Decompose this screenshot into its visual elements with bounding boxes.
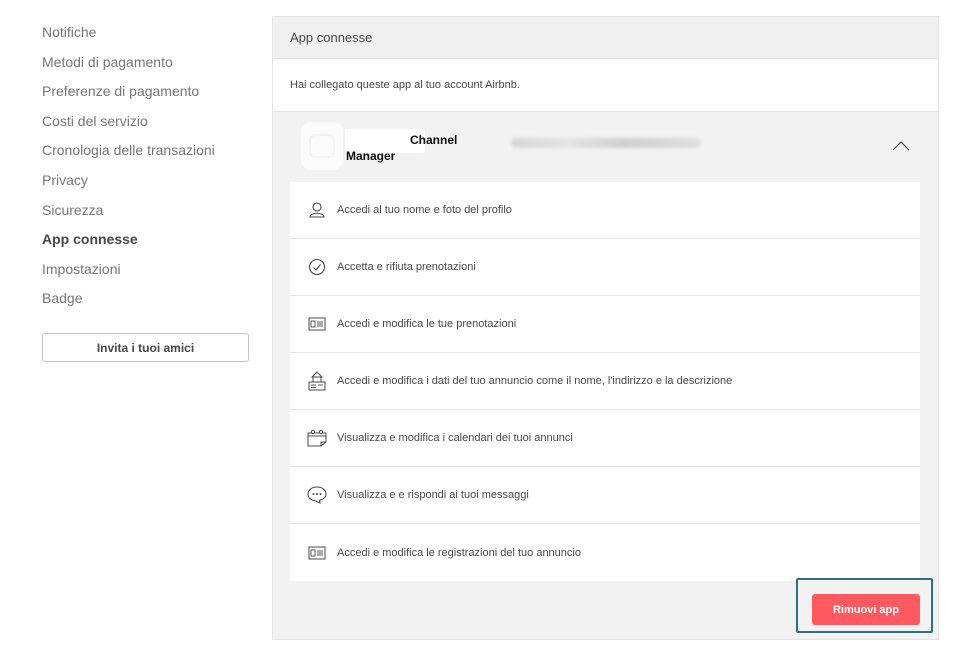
list-item: Accedi al tuo nome e foto del profilo — [290, 182, 920, 239]
permission-label: Visualizza e modifica i calendari dei tu… — [337, 432, 573, 444]
user-icon — [306, 199, 328, 221]
permission-label: Accedi e modifica i dati del tuo annunci… — [337, 375, 733, 387]
permission-label: Visualizza e e rispondi ai tuoi messaggi — [337, 489, 529, 501]
panel-description: Hai collegato queste app al tuo account … — [273, 59, 938, 112]
chevron-up-icon[interactable] — [890, 135, 912, 157]
list-item: Accedi e modifica le registrazioni del t… — [290, 524, 920, 581]
connected-app-header[interactable]: Channel Manager — [273, 112, 938, 182]
sidebar-item-privacy[interactable]: Privacy — [42, 169, 252, 199]
list-item: Accedi e modifica i dati del tuo annunci… — [290, 353, 920, 410]
sidebar-item-metodi-di-pagamento[interactable]: Metodi di pagamento — [42, 51, 252, 81]
sidebar-item-notifiche[interactable]: Notifiche — [42, 21, 252, 51]
list-item: Accedi e modifica le tue prenotazioni — [290, 296, 920, 353]
settings-sidebar: Notifiche Metodi di pagamento Preferenze… — [42, 21, 252, 317]
list-item: Accetta e rifiuta prenotazioni — [290, 239, 920, 296]
panel-title: App connesse — [273, 17, 938, 59]
id-card-icon — [306, 313, 328, 335]
listing-icon — [306, 370, 328, 392]
sidebar-item-app-connesse[interactable]: App connesse — [42, 228, 252, 258]
invite-friends-button[interactable]: Invita i tuoi amici — [42, 333, 249, 362]
sidebar-item-badge[interactable]: Badge — [42, 287, 252, 317]
app-name-line2: Manager — [346, 149, 396, 163]
remove-app-button[interactable]: Rimuovi app — [812, 594, 920, 625]
app-name: Channel — [410, 133, 458, 147]
list-item: Visualizza e modifica i calendari dei tu… — [290, 410, 920, 467]
list-item: Visualizza e e rispondi ai tuoi messaggi — [290, 467, 920, 524]
permission-label: Accedi e modifica le tue prenotazioni — [337, 318, 517, 330]
id-card-icon — [306, 542, 328, 564]
permission-label: Accetta e rifiuta prenotazioni — [337, 261, 476, 273]
check-circle-icon — [306, 256, 328, 278]
sidebar-item-cronologia-transazioni[interactable]: Cronologia delle transazioni — [42, 139, 252, 169]
app-logo — [301, 122, 343, 170]
permission-list: Accedi al tuo nome e foto del profilo Ac… — [290, 182, 920, 581]
permission-label: Accedi al tuo nome e foto del profilo — [337, 204, 512, 216]
permission-label: Accedi e modifica le registrazioni del t… — [337, 546, 581, 559]
sidebar-item-costi-del-servizio[interactable]: Costi del servizio — [42, 110, 252, 140]
connected-apps-panel: App connesse Hai collegato queste app al… — [272, 16, 939, 640]
redacted-connection-info — [511, 138, 701, 148]
sidebar-item-sicurezza[interactable]: Sicurezza — [42, 199, 252, 229]
sidebar-item-preferenze-di-pagamento[interactable]: Preferenze di pagamento — [42, 80, 252, 110]
sidebar-item-impostazioni[interactable]: Impostazioni — [42, 258, 252, 288]
remove-app-focus-ring: Rimuovi app — [796, 578, 933, 633]
calendar-icon — [306, 427, 328, 449]
chat-icon — [306, 484, 328, 506]
